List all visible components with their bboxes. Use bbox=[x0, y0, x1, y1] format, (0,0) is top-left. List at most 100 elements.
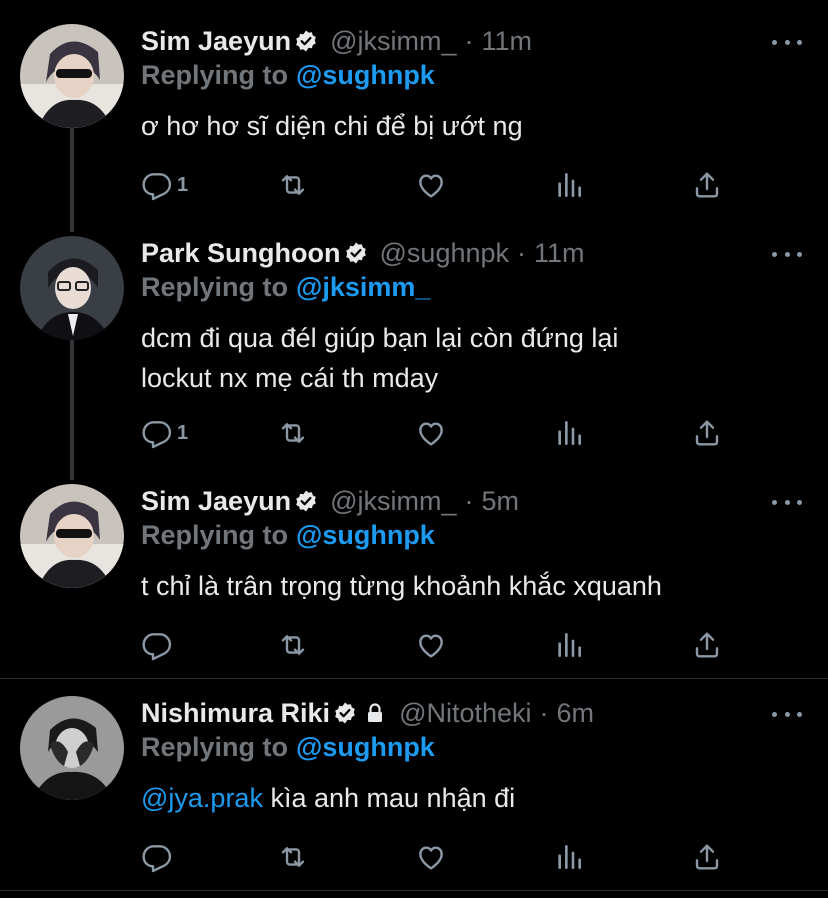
replying-to: Replying to @sughnpk bbox=[141, 60, 435, 91]
display-name[interactable]: Park Sunghoon bbox=[141, 238, 341, 269]
replying-to-link[interactable]: @sughnpk bbox=[296, 732, 435, 762]
tweet-text-line: lockut nx mẹ cái th mday bbox=[141, 363, 439, 393]
reply-count: 1 bbox=[177, 421, 189, 444]
reply-button[interactable]: 1 bbox=[141, 416, 188, 450]
heart-icon bbox=[415, 629, 447, 661]
share-button[interactable] bbox=[691, 168, 723, 202]
like-button[interactable] bbox=[415, 840, 447, 874]
tweet-text: dcm đi qua đél giúp bạn lại còn đứng lại… bbox=[141, 318, 801, 398]
share-icon bbox=[691, 169, 723, 201]
mention-link[interactable]: @jya.prak bbox=[141, 783, 263, 813]
reply-button[interactable] bbox=[141, 628, 177, 662]
tweet-text-line: dcm đi qua đél giúp bạn lại còn đứng lại bbox=[141, 323, 619, 353]
reply-icon bbox=[141, 417, 173, 449]
timestamp[interactable]: 11m bbox=[534, 238, 585, 269]
tweet-header: Sim Jaeyun @jksimm_ · 5m bbox=[141, 484, 519, 518]
share-button[interactable] bbox=[691, 628, 723, 662]
retweet-icon bbox=[277, 417, 309, 449]
reply-icon bbox=[141, 841, 173, 873]
like-button[interactable] bbox=[415, 628, 447, 662]
views-button[interactable] bbox=[553, 416, 585, 450]
reply-button[interactable]: 1 bbox=[141, 168, 188, 202]
replying-to: Replying to @sughnpk bbox=[141, 732, 435, 763]
reply-button[interactable] bbox=[141, 840, 177, 874]
share-icon bbox=[691, 841, 723, 873]
analytics-icon bbox=[553, 841, 585, 873]
reply-icon bbox=[141, 169, 173, 201]
verified-badge-icon bbox=[294, 29, 318, 53]
tweet-header: Sim Jaeyun @jksimm_ · 11m bbox=[141, 24, 532, 58]
share-icon bbox=[691, 629, 723, 661]
retweet-icon bbox=[277, 629, 309, 661]
thread-line bbox=[70, 128, 74, 232]
analytics-icon bbox=[553, 169, 585, 201]
tweet-actions bbox=[141, 628, 741, 662]
retweet-icon bbox=[277, 169, 309, 201]
like-button[interactable] bbox=[415, 168, 447, 202]
tweet-header: Nishimura Riki @Nitotheki · 6m bbox=[141, 696, 594, 730]
views-button[interactable] bbox=[553, 840, 585, 874]
retweet-button[interactable] bbox=[277, 628, 309, 662]
replying-to-label: Replying to bbox=[141, 732, 288, 762]
share-button[interactable] bbox=[691, 840, 723, 874]
retweet-icon bbox=[277, 841, 309, 873]
retweet-button[interactable] bbox=[277, 416, 309, 450]
display-name[interactable]: Nishimura Riki bbox=[141, 698, 330, 729]
more-icon[interactable] bbox=[772, 704, 802, 724]
views-button[interactable] bbox=[553, 168, 585, 202]
tweet-actions: 1 bbox=[141, 416, 741, 450]
avatar[interactable] bbox=[20, 236, 124, 340]
retweet-button[interactable] bbox=[277, 840, 309, 874]
replying-to-link[interactable]: @sughnpk bbox=[296, 60, 435, 90]
user-handle[interactable]: @Nitotheki bbox=[399, 698, 531, 729]
replying-to-label: Replying to bbox=[141, 60, 288, 90]
tweet-actions bbox=[141, 840, 741, 874]
share-button[interactable] bbox=[691, 416, 723, 450]
separator-dot: · bbox=[464, 25, 474, 56]
lock-icon bbox=[363, 701, 387, 725]
analytics-icon bbox=[553, 629, 585, 661]
more-icon[interactable] bbox=[772, 492, 802, 512]
replying-to-link[interactable]: @sughnpk bbox=[296, 520, 435, 550]
verified-badge-icon bbox=[344, 241, 368, 265]
timestamp[interactable]: 11m bbox=[481, 26, 532, 57]
retweet-button[interactable] bbox=[277, 168, 309, 202]
heart-icon bbox=[415, 417, 447, 449]
tweet-text: ơ hơ hơ sĩ diện chi để bị ướt ng bbox=[141, 111, 523, 141]
avatar[interactable] bbox=[20, 24, 124, 128]
more-icon[interactable] bbox=[772, 244, 802, 264]
divider bbox=[0, 890, 828, 891]
reply-count: 1 bbox=[177, 173, 189, 196]
heart-icon bbox=[415, 841, 447, 873]
timestamp[interactable]: 5m bbox=[481, 486, 519, 517]
avatar[interactable] bbox=[20, 484, 124, 588]
analytics-icon bbox=[553, 417, 585, 449]
reply-icon bbox=[141, 629, 173, 661]
separator-dot: · bbox=[464, 485, 474, 516]
share-icon bbox=[691, 417, 723, 449]
heart-icon bbox=[415, 169, 447, 201]
user-handle[interactable]: @jksimm_ bbox=[330, 26, 456, 57]
separator-dot: · bbox=[539, 697, 549, 728]
verified-badge-icon bbox=[294, 489, 318, 513]
separator-dot: · bbox=[517, 237, 527, 268]
like-button[interactable] bbox=[415, 416, 447, 450]
replying-to-label: Replying to bbox=[141, 272, 288, 302]
timestamp[interactable]: 6m bbox=[557, 698, 595, 729]
tweet-text-content: kìa anh mau nhận đi bbox=[262, 783, 516, 813]
replying-to: Replying to @sughnpk bbox=[141, 520, 435, 551]
replying-to-label: Replying to bbox=[141, 520, 288, 550]
user-handle[interactable]: @sughnpk bbox=[380, 238, 510, 269]
verified-badge-icon bbox=[333, 701, 357, 725]
thread-line bbox=[70, 340, 74, 480]
avatar[interactable] bbox=[20, 696, 124, 800]
display-name[interactable]: Sim Jaeyun bbox=[141, 486, 291, 517]
display-name[interactable]: Sim Jaeyun bbox=[141, 26, 291, 57]
tweet-text: @jya.prak kìa anh mau nhận đi bbox=[141, 778, 801, 818]
replying-to-link[interactable]: @jksimm_ bbox=[296, 272, 430, 302]
user-handle[interactable]: @jksimm_ bbox=[330, 486, 456, 517]
views-button[interactable] bbox=[553, 628, 585, 662]
more-icon[interactable] bbox=[772, 32, 802, 52]
tweet-text: t chỉ là trân trọng từng khoảnh khắc xqu… bbox=[141, 571, 662, 601]
replying-to: Replying to @jksimm_ bbox=[141, 272, 430, 303]
